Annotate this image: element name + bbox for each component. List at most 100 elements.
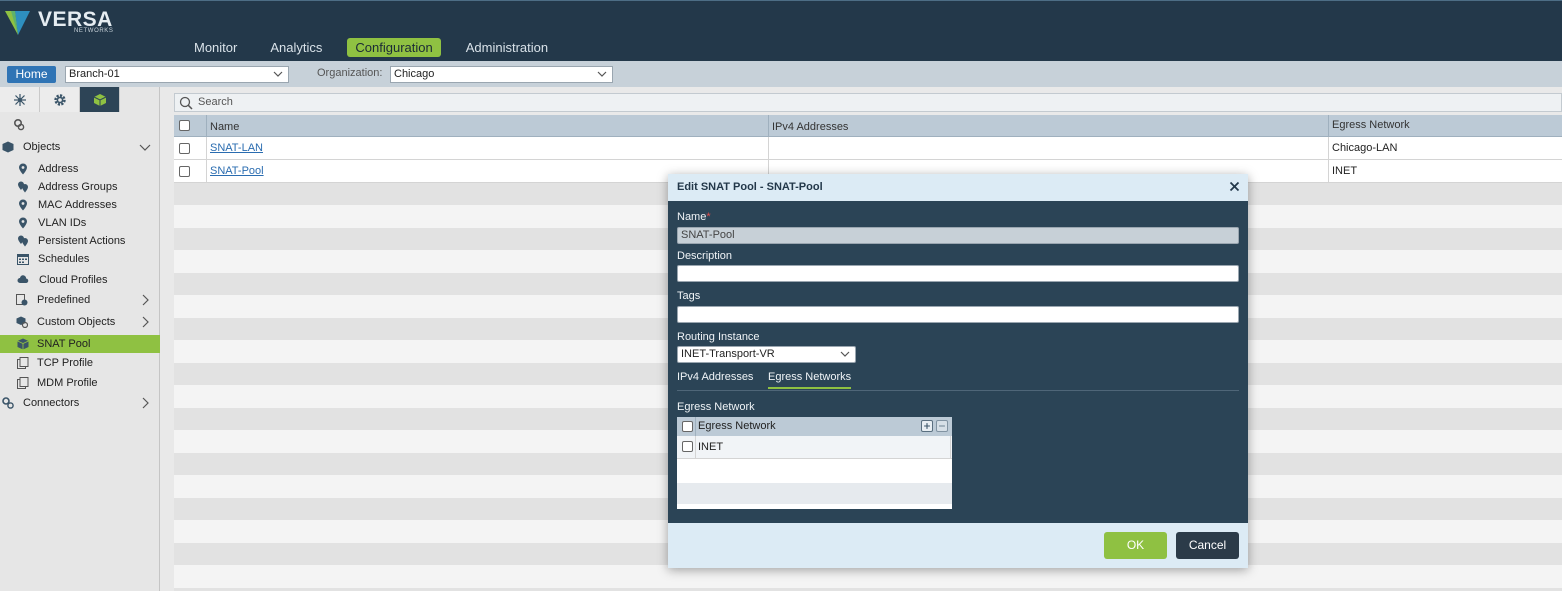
objects-icon xyxy=(2,141,14,153)
pin-group-icon xyxy=(18,181,28,193)
tab-network[interactable] xyxy=(0,87,40,112)
pin-icon xyxy=(19,199,27,211)
objects-icon xyxy=(93,93,106,106)
add-icon[interactable] xyxy=(921,420,933,432)
nav-administration[interactable]: Administration xyxy=(458,38,556,57)
tree-tcp-profile[interactable]: TCP Profile xyxy=(0,353,160,373)
dialog-footer: OK Cancel xyxy=(668,523,1248,568)
cancel-button[interactable]: Cancel xyxy=(1176,532,1239,559)
tree-custom-objects[interactable]: Custom Objects xyxy=(0,311,160,333)
egress-network-section-label: Egress Network xyxy=(677,401,755,413)
row-checkbox[interactable] xyxy=(179,166,190,177)
tree-snat-pool[interactable]: SNAT Pool xyxy=(0,335,160,353)
versa-logo-mark-icon xyxy=(5,11,30,35)
nav-configuration[interactable]: Configuration xyxy=(347,38,441,57)
egress-table-empty-row xyxy=(677,460,952,481)
nav-analytics[interactable]: Analytics xyxy=(262,38,330,57)
sidebar-subtab[interactable] xyxy=(0,113,38,135)
column-name[interactable]: Name xyxy=(206,115,768,137)
main-nav: Monitor Analytics Configuration Administ… xyxy=(186,38,573,57)
appliance-value: Branch-01 xyxy=(69,68,120,80)
home-button[interactable]: Home xyxy=(7,66,56,83)
tree-cloud-profiles[interactable]: Cloud Profiles xyxy=(0,271,160,289)
dialog-title: Edit SNAT Pool - SNAT-Pool xyxy=(677,181,823,193)
snat-icon xyxy=(17,338,29,350)
row-name-cell: SNAT-LAN xyxy=(206,137,768,160)
description-field[interactable] xyxy=(677,265,1239,282)
description-label: Description xyxy=(677,250,733,262)
network-icon xyxy=(13,93,26,106)
tree-objects[interactable]: Objects xyxy=(0,136,160,158)
select-all-checkbox[interactable] xyxy=(179,120,190,131)
tree-mac-addresses[interactable]: MAC Addresses xyxy=(0,196,160,214)
tree-snat-pool-label: SNAT Pool xyxy=(37,338,91,350)
tab-egress-networks[interactable]: Egress Networks xyxy=(768,371,852,389)
connectors-icon xyxy=(2,397,14,409)
tree-address[interactable]: Address xyxy=(0,160,160,178)
search-placeholder: Search xyxy=(198,96,233,108)
profile-icon xyxy=(17,377,29,389)
row-name-link[interactable]: SNAT-LAN xyxy=(210,142,263,154)
tree-vlan-ids[interactable]: VLAN IDs xyxy=(0,214,160,232)
object-tree: Objects Address Address Groups MAC Addre… xyxy=(0,136,160,413)
row-egress-cell: INET xyxy=(1328,160,1562,183)
egress-select-all-checkbox[interactable] xyxy=(682,421,693,432)
routing-instance-select[interactable]: INET-Transport-VR xyxy=(677,346,856,363)
egress-table-empty-row xyxy=(677,483,952,504)
tab-settings[interactable] xyxy=(40,87,80,112)
tree-mac-addresses-label: MAC Addresses xyxy=(38,199,117,211)
tree-vlan-ids-label: VLAN IDs xyxy=(38,217,87,229)
column-ipv4-addresses[interactable]: IPv4 Addresses xyxy=(768,115,1328,137)
dialog-tabs: IPv4 Addresses Egress Networks xyxy=(677,369,1239,391)
context-bar: Home Branch-01 Organization: Chicago xyxy=(0,61,1562,87)
ok-button[interactable]: OK xyxy=(1104,532,1167,559)
required-mark: * xyxy=(706,211,711,223)
tree-persistent-actions-label: Persistent Actions xyxy=(38,235,126,247)
tree-mdm-profile-label: MDM Profile xyxy=(37,377,98,389)
row-name-link[interactable]: SNAT-Pool xyxy=(210,165,264,177)
tab-objects[interactable] xyxy=(80,87,120,112)
row-ipv4-cell xyxy=(768,137,1328,160)
search-icon xyxy=(179,96,193,110)
routing-instance-value: INET-Transport-VR xyxy=(681,348,775,360)
tree-address-groups-label: Address Groups xyxy=(38,181,118,193)
tree-schedules[interactable]: Schedules xyxy=(0,250,160,268)
tree-address-groups[interactable]: Address Groups xyxy=(0,178,160,196)
organization-select[interactable]: Chicago xyxy=(390,66,613,83)
chevron-down-icon xyxy=(139,144,151,151)
egress-row-checkbox[interactable] xyxy=(682,441,693,452)
tab-ipv4-addresses[interactable]: IPv4 Addresses xyxy=(677,371,753,383)
table-row[interactable]: SNAT-LAN Chicago-LAN xyxy=(174,137,1562,160)
chevron-down-icon xyxy=(840,351,850,357)
organization-value: Chicago xyxy=(394,68,435,80)
name-label: Name* xyxy=(677,211,711,223)
tree-connectors-label: Connectors xyxy=(23,397,80,409)
row-checkbox[interactable] xyxy=(179,143,190,154)
dialog-header: Edit SNAT Pool - SNAT-Pool xyxy=(668,174,1248,201)
tree-mdm-profile[interactable]: MDM Profile xyxy=(0,373,160,393)
organization-label: Organization: xyxy=(317,67,383,79)
object-settings-icon xyxy=(13,118,25,130)
table-header: Name IPv4 Addresses Egress Network xyxy=(174,115,1562,137)
tree-connectors[interactable]: Connectors xyxy=(0,393,160,413)
egress-table-row[interactable]: INET xyxy=(677,436,952,459)
column-egress-network[interactable]: Egress Network xyxy=(1328,115,1562,137)
sidebar-tabs xyxy=(0,87,120,112)
tags-field[interactable] xyxy=(677,306,1239,323)
name-field[interactable]: SNAT-Pool xyxy=(677,227,1239,244)
chevron-right-icon xyxy=(142,397,149,409)
pin-icon xyxy=(19,163,27,175)
tree-tcp-profile-label: TCP Profile xyxy=(37,357,94,369)
search-input[interactable]: Search xyxy=(174,93,1562,112)
tree-predefined[interactable]: Predefined xyxy=(0,289,160,311)
close-icon[interactable] xyxy=(1229,181,1240,192)
sidebar: Objects Address Address Groups MAC Addre… xyxy=(0,87,160,591)
chevron-down-icon xyxy=(273,71,283,77)
appliance-select[interactable]: Branch-01 xyxy=(65,66,289,83)
versa-logo[interactable]: VERSA NETWORKS xyxy=(4,7,124,37)
chevron-down-icon xyxy=(597,71,607,77)
remove-icon[interactable] xyxy=(936,420,948,432)
profile-icon xyxy=(17,357,29,369)
nav-monitor[interactable]: Monitor xyxy=(186,38,245,57)
tree-persistent-actions[interactable]: Persistent Actions xyxy=(0,232,160,250)
